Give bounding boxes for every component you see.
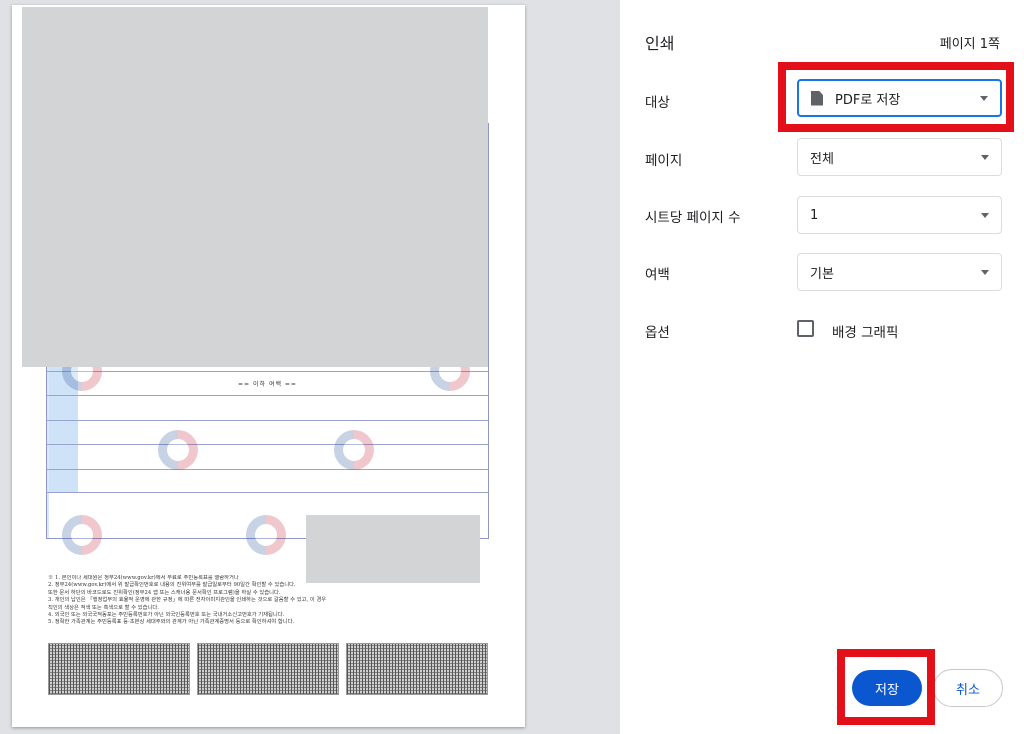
destination-select[interactable]: PDF로 저장 bbox=[797, 79, 1002, 117]
destination-value: PDF로 저장 bbox=[835, 92, 901, 108]
page-count: 페이지 1쪽 bbox=[939, 37, 1000, 52]
pages-value: 전체 bbox=[810, 151, 834, 167]
save-button[interactable]: 저장 bbox=[852, 670, 922, 706]
redacted-region bbox=[22, 7, 488, 367]
verification-code-image bbox=[197, 643, 339, 695]
margins-label: 여백 bbox=[645, 267, 670, 283]
no-more-entries-text: == 이하 여백 == bbox=[238, 381, 297, 388]
pages-per-sheet-label: 시트당 페이지 수 bbox=[645, 210, 741, 226]
options-label: 옵션 bbox=[645, 325, 670, 341]
print-settings-panel: 인쇄 페이지 1쪽 대상 PDF로 저장 페이지 전체 시트당 페이지 수 1 … bbox=[620, 0, 1024, 734]
preview-page: == 이하 여백 == ※ 1. 본인이나 세대원은 정부24(www.gov.… bbox=[12, 5, 525, 727]
pages-per-sheet-value: 1 bbox=[810, 207, 819, 223]
emblem-watermark-icon bbox=[62, 515, 102, 555]
verification-code-image bbox=[48, 643, 190, 695]
emblem-watermark-icon bbox=[158, 430, 198, 470]
print-preview-area: == 이하 여백 == ※ 1. 본인이나 세대원은 정부24(www.gov.… bbox=[0, 0, 620, 734]
verification-code-image bbox=[346, 643, 488, 695]
dropdown-arrow-icon bbox=[981, 213, 989, 218]
pdf-file-icon bbox=[811, 90, 823, 106]
background-graphics-checkbox[interactable] bbox=[797, 320, 814, 337]
emblem-watermark-icon bbox=[334, 430, 374, 470]
cancel-button[interactable]: 취소 bbox=[933, 669, 1003, 707]
background-graphics-label[interactable]: 배경 그래픽 bbox=[832, 321, 898, 341]
pages-select[interactable]: 전체 bbox=[797, 138, 1002, 176]
destination-label: 대상 bbox=[645, 95, 670, 111]
dropdown-arrow-icon bbox=[981, 155, 989, 160]
dropdown-arrow-icon bbox=[981, 270, 989, 275]
document-notes: ※ 1. 본인이나 세대원은 정부24(www.gov.kr)에서 무료로 주민… bbox=[48, 575, 327, 626]
margins-select[interactable]: 기본 bbox=[797, 253, 1002, 291]
dropdown-arrow-icon bbox=[980, 96, 988, 101]
pages-label: 페이지 bbox=[645, 153, 683, 169]
margins-value: 기본 bbox=[810, 266, 834, 282]
panel-title: 인쇄 bbox=[645, 34, 675, 53]
pages-per-sheet-select[interactable]: 1 bbox=[797, 196, 1002, 234]
redacted-region bbox=[306, 515, 480, 583]
emblem-watermark-icon bbox=[246, 515, 286, 555]
